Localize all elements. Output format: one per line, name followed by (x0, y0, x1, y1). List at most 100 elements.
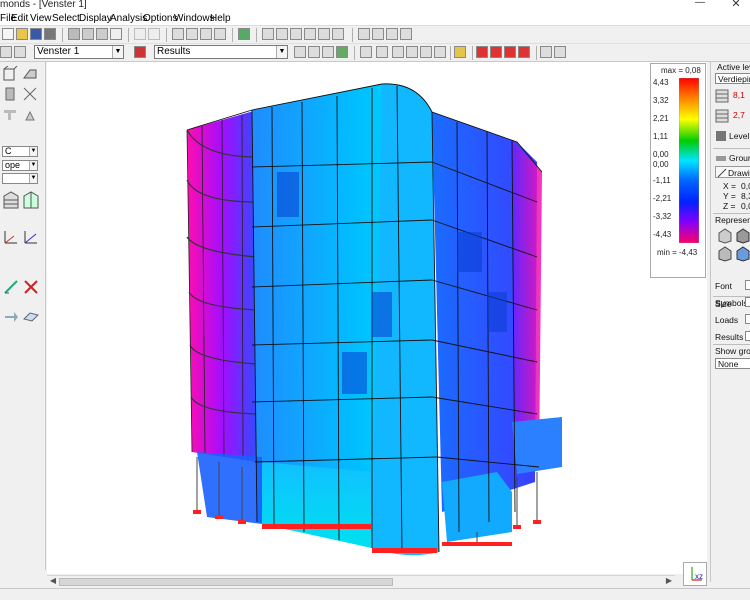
result-icon-2[interactable] (308, 46, 320, 58)
print-icon[interactable] (44, 28, 56, 40)
beam-tool-icon[interactable] (2, 106, 18, 122)
view-3d-icon[interactable] (518, 46, 530, 58)
copy-icon[interactable] (82, 28, 94, 40)
menu-edit[interactable]: Edit (11, 13, 28, 24)
delete-tool-icon[interactable] (22, 278, 40, 296)
left-combo-2[interactable]: ope ▼ (2, 160, 38, 171)
window-icon[interactable] (0, 46, 12, 58)
list-icon[interactable] (290, 28, 302, 40)
grid-icon[interactable] (172, 28, 184, 40)
redo-icon[interactable] (148, 28, 160, 40)
solid-view-icon[interactable] (735, 228, 750, 244)
table-icon[interactable] (262, 28, 274, 40)
section-icon[interactable] (372, 28, 384, 40)
undo-icon[interactable] (134, 28, 146, 40)
column-tool-icon[interactable] (2, 86, 18, 102)
building-view-icon[interactable] (2, 190, 20, 210)
menu-analysis[interactable]: Analysis (110, 13, 147, 24)
axis-orientation-button[interactable]: xz (683, 562, 707, 586)
horizontal-scrollbar[interactable]: ◀ ▶ (47, 575, 675, 587)
menu-help[interactable]: Help (210, 13, 231, 24)
level-up-icon[interactable] (715, 88, 731, 104)
rendered-view-icon[interactable] (735, 246, 750, 262)
close-button[interactable]: ✕ (725, 0, 747, 10)
level-down-icon[interactable] (715, 108, 731, 124)
menu-view[interactable]: View (30, 13, 52, 24)
result-icon-3[interactable] (322, 46, 334, 58)
zoom-window-icon[interactable] (434, 46, 446, 58)
drawing-button[interactable]: Drawing (715, 166, 750, 178)
settings-icon[interactable] (332, 28, 344, 40)
menu-windows[interactable]: Windows (174, 13, 215, 24)
menu-options[interactable]: Options (143, 13, 177, 24)
results-size-field[interactable] (745, 331, 750, 341)
window-split-icon[interactable] (14, 46, 26, 58)
scroll-left-icon[interactable]: ◀ (47, 576, 59, 588)
local-axes-icon[interactable] (22, 228, 40, 246)
move-icon[interactable] (376, 46, 388, 58)
zoom-out-icon[interactable] (420, 46, 432, 58)
view-top-icon[interactable] (504, 46, 516, 58)
shaded-view-icon[interactable] (717, 246, 733, 262)
column-icon[interactable] (386, 28, 398, 40)
view-front-icon[interactable] (476, 46, 488, 58)
window-cascade-icon[interactable] (554, 46, 566, 58)
beam-icon[interactable] (400, 28, 412, 40)
menu-select[interactable]: Select (52, 13, 80, 24)
wireframe-view-icon[interactable] (717, 228, 733, 244)
symbols-size-field[interactable] (745, 297, 750, 307)
rotate-icon[interactable] (360, 46, 372, 58)
support-tool-icon[interactable] (22, 106, 38, 122)
zoom-in-icon[interactable] (406, 46, 418, 58)
view-side-icon[interactable] (490, 46, 502, 58)
save-icon[interactable] (30, 28, 42, 40)
delete-icon[interactable] (110, 28, 122, 40)
text-icon[interactable] (134, 46, 146, 58)
left-combo-3[interactable]: ▼ (2, 173, 38, 184)
calc-icon[interactable] (238, 28, 250, 40)
arrow-tool-icon[interactable] (2, 307, 20, 325)
axes-icon[interactable] (2, 228, 20, 246)
layers-icon[interactable] (200, 28, 212, 40)
window-tile-icon[interactable] (540, 46, 552, 58)
ground-label[interactable]: Ground (729, 153, 750, 163)
new-file-icon[interactable] (2, 28, 14, 40)
chart-icon[interactable] (304, 28, 316, 40)
building-results-icon[interactable] (22, 190, 40, 210)
level-manager-label[interactable]: Level m (729, 131, 750, 141)
menu-display[interactable]: Display (79, 13, 112, 24)
frame-icon[interactable] (186, 28, 198, 40)
brace-tool-icon[interactable] (22, 86, 38, 102)
export-icon[interactable] (318, 28, 330, 40)
cut-icon[interactable] (68, 28, 80, 40)
chevron-down-icon[interactable]: ▼ (29, 174, 37, 183)
chevron-down-icon[interactable]: ▼ (112, 46, 123, 58)
building-model-3d[interactable] (47, 62, 707, 574)
loads-size-field[interactable] (745, 314, 750, 324)
show-groups-combo[interactable]: None (715, 358, 750, 369)
scroll-thumb[interactable] (59, 578, 393, 586)
open-folder-icon[interactable] (16, 28, 28, 40)
active-level-combo[interactable]: Verdieping 1 (715, 73, 750, 84)
model-viewport[interactable] (47, 62, 707, 574)
surface-tool-icon[interactable] (22, 307, 40, 325)
chevron-down-icon[interactable]: ▼ (29, 161, 37, 170)
align-icon[interactable] (358, 28, 370, 40)
results-combo[interactable]: Results ▼ (154, 45, 288, 59)
report-icon[interactable] (276, 28, 288, 40)
scroll-right-icon[interactable]: ▶ (663, 576, 675, 588)
measure-icon[interactable] (454, 46, 466, 58)
plate-3d-icon[interactable] (22, 66, 38, 82)
result-icon-1[interactable] (294, 46, 306, 58)
structure-icon[interactable] (214, 28, 226, 40)
frame-3d-icon[interactable] (2, 66, 18, 82)
pan-icon[interactable] (392, 46, 404, 58)
minimize-button[interactable]: — (690, 0, 710, 8)
pencil-tool-icon[interactable] (2, 278, 20, 296)
chevron-down-icon[interactable]: ▼ (276, 46, 287, 58)
result-icon-4[interactable] (336, 46, 348, 58)
font-size-field[interactable] (745, 280, 750, 290)
paste-icon[interactable] (96, 28, 108, 40)
view-combo[interactable]: Venster 1 ▼ (34, 45, 124, 59)
left-combo-1[interactable]: C ▼ (2, 146, 38, 157)
